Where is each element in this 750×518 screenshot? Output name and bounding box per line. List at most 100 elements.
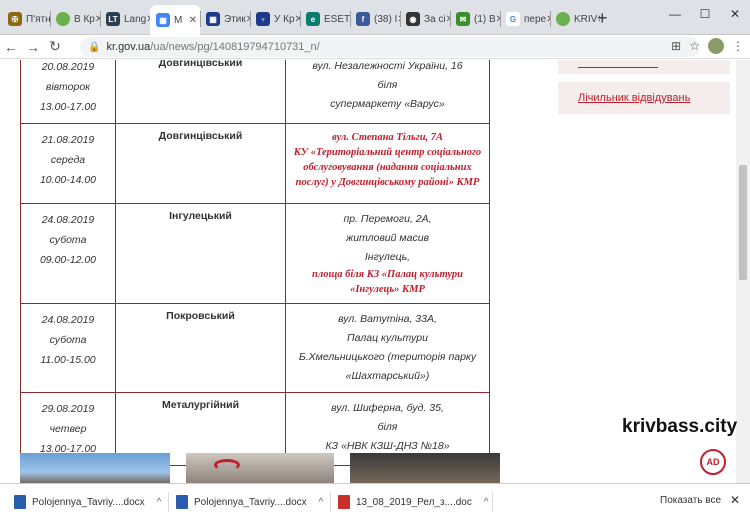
close-downloads-icon[interactable]: ✕	[730, 493, 740, 507]
reload-icon[interactable]: ↻	[44, 38, 66, 55]
date-day: вівторок	[45, 81, 91, 93]
date-cell: 20.08.2019 вівторок 13.00-17.00	[20, 60, 116, 124]
date-cell: 21.08.2019 середа 10.00-14.00	[20, 123, 116, 204]
word-file-icon	[176, 495, 188, 509]
profile-avatar[interactable]	[708, 38, 724, 54]
forward-icon[interactable]: →	[22, 39, 44, 55]
district-cell: Покровський	[115, 303, 286, 393]
tab-favicon-icon: e	[306, 12, 320, 26]
tab-0[interactable]: ✠П'ятн✕	[2, 5, 50, 33]
download-item[interactable]: Polojennya_Tavriy....docx ^	[176, 492, 323, 512]
news-image-1[interactable]	[20, 453, 170, 483]
chevron-up-icon[interactable]: ^	[319, 497, 324, 508]
maximize-icon[interactable]: ☐	[690, 0, 720, 28]
download-separator	[330, 492, 331, 512]
tab-10[interactable]: Gпере✕	[500, 5, 550, 33]
date-date: 20.08.2019	[41, 61, 95, 73]
download-item[interactable]: Polojennya_Tavriy....docx ^	[14, 492, 161, 512]
bookmark-star-icon[interactable]: ☆	[689, 39, 700, 53]
tab-7[interactable]: f(38) I✕	[350, 5, 400, 33]
tab-label: (1) В	[474, 13, 496, 25]
date-day: субота	[49, 334, 87, 346]
visitors-counter-link[interactable]: Лічильник відвідувань	[578, 92, 690, 104]
tab-favicon-icon: ◉	[406, 12, 420, 26]
date-day: середа	[50, 154, 86, 166]
date-cell: 24.08.2019 субота 11.00-15.00	[20, 303, 116, 393]
address-cell: вул. Степана Тільги, 7А КУ «Територіальн…	[285, 123, 490, 204]
browser-toolbar: ← → ↻ 🔒 kr.gov.ua /ua/news/pg/1408197947…	[0, 35, 750, 59]
tab-favicon-icon: ▦	[156, 13, 170, 27]
tab-label: KRIV	[574, 13, 598, 25]
tab-favicon-icon: ▦	[206, 12, 220, 26]
schedule-table: 20.08.2019 вівторок 13.00-17.00 Довгинцівсь…	[20, 60, 490, 466]
address-highlight: площа біля КЗ «Палац культури «Інгулець»…	[312, 269, 463, 295]
logo-mark	[214, 459, 240, 471]
show-all-downloads-button[interactable]: Показать все	[660, 495, 721, 506]
tab-5[interactable]: ♆ У Кр ✕	[250, 5, 300, 33]
minimize-icon[interactable]: —	[660, 0, 690, 28]
back-icon[interactable]: ←	[0, 39, 22, 55]
news-image-2[interactable]	[186, 453, 334, 483]
window-controls: — ☐ ✕	[660, 0, 750, 28]
downloads-bar: Polojennya_Tavriy....docx ^ Polojennya_Tav…	[0, 483, 750, 518]
tab-label: У Кр	[274, 13, 295, 25]
tab-bar: ✠П'ятн✕В Кр✕LTLang✕▦М✕▦Этик✕♆У Кр✕eESET✕…	[0, 0, 750, 35]
date-day: субота	[49, 234, 87, 246]
date-time: 11.00-15.00	[40, 354, 96, 366]
tab-3[interactable]: ▦ М ✕	[150, 5, 200, 35]
tab-label: П'ятн	[26, 13, 50, 25]
address-bar[interactable]: 🔒 kr.gov.ua /ua/news/pg/140819794710731_…	[80, 37, 700, 57]
tab-favicon-icon: LT	[106, 12, 120, 26]
close-tab-icon[interactable]: ✕	[189, 15, 197, 26]
word-file-icon	[14, 495, 26, 509]
scrollbar-thumb[interactable]	[739, 165, 747, 280]
download-separator	[168, 492, 169, 512]
date-date: 24.08.2019	[41, 314, 95, 326]
address-line: Інгулець,	[364, 251, 411, 263]
link-underline	[578, 67, 658, 68]
address-line: біля	[377, 421, 398, 433]
chevron-up-icon[interactable]: ^	[157, 497, 162, 508]
translate-icon[interactable]: ⊞	[671, 39, 681, 53]
tab-1[interactable]: В Кр ✕	[50, 5, 100, 33]
tab-11[interactable]: KRIV✕	[550, 5, 600, 33]
tab-favicon-icon	[556, 12, 570, 26]
menu-icon[interactable]: ⋮	[732, 39, 744, 53]
date-day: четвер	[49, 423, 87, 435]
url-domain: kr.gov.ua	[106, 41, 151, 53]
address-line: біля	[377, 79, 398, 91]
brand-logo: AD	[700, 449, 726, 475]
tab-6[interactable]: eESET✕	[300, 5, 350, 33]
download-filename: Polojennya_Tavriy....docx	[194, 496, 307, 508]
tab-9[interactable]: ✉ (1) В ✕	[450, 5, 500, 33]
page-scrollbar[interactable]	[736, 60, 750, 483]
tab-4[interactable]: ▦ Этик ✕	[200, 5, 250, 33]
table-row: 20.08.2019 вівторок 13.00-17.00 Довгинцівсь…	[20, 60, 490, 124]
district-cell: Довгинцівський	[115, 123, 286, 204]
pdf-file-icon	[338, 495, 350, 509]
download-filename: 13_08_2019_Рел_з....doc	[356, 496, 472, 508]
sidebar-widget-visitors: Лічильник відвідувань	[558, 82, 730, 114]
address-line: Б.Хмельницького (територія парку «Шахтар…	[298, 351, 477, 382]
tab-8[interactable]: ◉ За сі ✕	[400, 5, 450, 33]
new-tab-button[interactable]: +	[597, 8, 608, 29]
address-highlight: вул. Степана Тільги, 7А КУ «Територіальн…	[293, 132, 482, 188]
table-row: 24.08.2019 субота 09.00-12.00 Інгулецький пр…	[20, 203, 490, 304]
chevron-up-icon[interactable]: ^	[484, 497, 489, 508]
tab-2[interactable]: LTLang✕	[100, 5, 150, 33]
date-date: 29.08.2019	[41, 403, 95, 415]
tab-label: За сі	[424, 13, 446, 25]
news-image-3[interactable]	[350, 453, 500, 483]
sidebar-widget-top	[558, 60, 730, 74]
tab-favicon-icon: ✉	[456, 12, 470, 26]
tab-label: В Кр	[74, 13, 95, 25]
table-row: 21.08.2019 середа 10.00-14.00 Довгинцівськи…	[20, 123, 490, 204]
address-line: житловий масив	[345, 232, 430, 244]
close-window-icon[interactable]: ✕	[720, 0, 750, 28]
date-date: 24.08.2019	[41, 214, 95, 226]
address-line: Палац культури	[347, 332, 428, 344]
address-line: вул. Незалежності України, 16	[312, 60, 463, 72]
district-cell: Інгулецький	[115, 203, 286, 304]
download-item[interactable]: 13_08_2019_Рел_з....doc ^	[338, 492, 489, 512]
district-cell: Довгинцівський	[115, 60, 286, 124]
